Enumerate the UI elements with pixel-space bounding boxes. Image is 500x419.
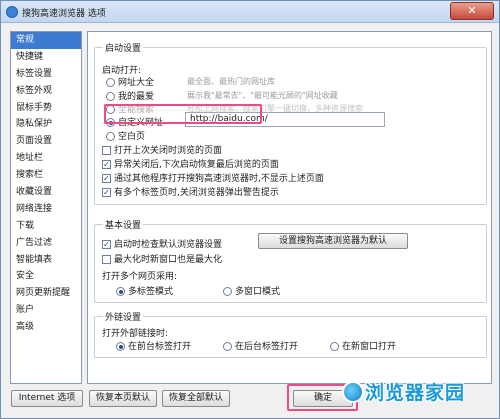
radio-multi-window[interactable] [223,287,232,296]
startup-option-nav-label: 网址大全 [118,78,155,88]
startup-group-title: 启动设置 [103,41,144,54]
checkbox-external-open-box[interactable]: ✓ [102,174,111,183]
sidebar-item-privacy[interactable]: 隐私保护 [11,116,81,133]
checkbox-close-warning-label: 有多个标签页时,关闭浏览器弹出警告提示 [114,188,279,198]
radio-blank[interactable] [106,132,115,141]
sidebar-item-download[interactable]: 下载 [11,218,81,235]
options-window: 搜狗高速浏览器 选项 ✕ 常规 快捷键 标签设置 标签外观 鼠标手势 隐私保护 … [0,0,500,419]
sidebar-item-adblock[interactable]: 广告过滤 [11,235,81,252]
startup-option-blank[interactable]: 空白页 [106,129,145,142]
option-foreground-tab-label: 在前台标签打开 [128,342,192,352]
checkbox-restore-last-box[interactable] [102,146,111,155]
restore-page-defaults-button[interactable]: 恢复本页默认 [89,390,157,407]
sidebar-item-mouse-gestures[interactable]: 鼠标手势 [11,100,81,117]
external-group-title: 外链设置 [103,310,144,323]
basic-group-title: 基本设置 [103,218,144,231]
sidebar-item-network[interactable]: 网络连接 [11,201,81,218]
sidebar-item-general[interactable]: 常规 [11,32,81,49]
checkbox-maximize-label: 最大化时新窗口也是最大化 [114,255,223,265]
sidebar-item-page-settings[interactable]: 页面设置 [11,133,81,150]
option-multi-tab[interactable]: 多标签模式 [116,284,173,297]
option-background-tab[interactable]: 在后台标签打开 [223,339,298,352]
checkbox-check-default[interactable]: ✓ 启动时检查默认浏览器设置 [102,237,222,250]
settings-panel: 启动设置 启动打开: 网址大全 最全面、最热门的网址库 我的最爱 展示我"最常去… [87,31,492,384]
checkbox-close-warning-box[interactable]: ✓ [102,188,111,197]
external-open-label: 打开外部链接时: [102,329,169,339]
startup-option-nav[interactable]: 网址大全 [106,75,154,88]
sidebar-item-tab-settings[interactable]: 标签设置 [11,66,81,83]
checkbox-external-open-label: 通过其他程序打开搜狗高速浏览器时,不显示上述页面 [114,174,324,184]
sidebar-item-autofill[interactable]: 智能填表 [11,252,81,269]
sidebar-item-account[interactable]: 账户 [11,302,81,319]
checkbox-maximize-box[interactable] [102,255,111,264]
checkbox-crash-restore-label: 异常关闭后,下次启动恢复最后浏览的页面 [114,160,279,170]
option-new-window-label: 在新窗口打开 [342,342,397,352]
option-foreground-tab[interactable]: 在前台标签打开 [116,339,191,352]
checkbox-maximize[interactable]: 最大化时新窗口也是最大化 [102,252,222,265]
option-multi-window[interactable]: 多窗口模式 [223,284,280,297]
window-title: 搜狗高速浏览器 选项 [22,9,106,19]
checkbox-crash-restore[interactable]: ✓ 异常关闭后,下次启动恢复最后浏览的页面 [102,157,279,170]
close-button[interactable]: ✕ [450,2,494,20]
sidebar-item-search-bar[interactable]: 搜索栏 [11,167,81,184]
checkbox-external-open[interactable]: ✓ 通过其他程序打开搜狗高速浏览器时,不显示上述页面 [102,171,324,184]
highlight-custom-url [104,104,262,124]
sidebar-item-tab-appearance[interactable]: 标签外观 [11,83,81,100]
watermark-text: 浏览器家园 [365,382,466,404]
startup-option-blank-label: 空白页 [118,132,146,142]
option-background-tab-label: 在后台标签打开 [235,342,299,352]
startup-option-nav-desc: 最全面、最热门的网址库 [187,77,275,86]
startup-option-favorites[interactable]: 我的最爱 [106,89,154,102]
radio-multi-tab[interactable] [116,287,125,296]
browser-logo-icon [6,6,18,18]
checkbox-check-default-label: 启动时检查默认浏览器设置 [114,240,223,250]
sidebar-item-security[interactable]: 安全 [11,268,81,285]
restore-all-defaults-button[interactable]: 恢复全部默认 [162,390,230,407]
sidebar-item-shortcuts[interactable]: 快捷键 [11,49,81,66]
sidebar-item-advanced[interactable]: 高级 [11,319,81,336]
sidebar-item-address-bar[interactable]: 地址栏 [11,150,81,167]
sidebar-item-page-update[interactable]: 网页更新提醒 [11,285,81,302]
radio-favorites[interactable] [106,92,115,101]
option-multi-window-label: 多窗口模式 [235,287,281,297]
sidebar: 常规 快捷键 标签设置 标签外观 鼠标手势 隐私保护 页面设置 地址栏 搜索栏 … [10,31,82,384]
multi-page-label: 打开多个网页采用: [102,272,178,282]
radio-nav[interactable] [106,78,115,87]
startup-option-favorites-desc: 展示我"最常去"、"最可能光顾的"网址收藏 [187,91,338,100]
startup-option-favorites-label: 我的最爱 [118,92,155,102]
radio-background-tab[interactable] [223,342,232,351]
checkbox-close-warning[interactable]: ✓ 有多个标签页时,关闭浏览器弹出警告提示 [102,185,279,198]
close-icon: ✕ [467,4,477,17]
checkbox-crash-restore-box[interactable]: ✓ [102,160,111,169]
set-default-browser-button[interactable]: 设置搜狗高速浏览器为默认 [258,233,408,249]
checkbox-check-default-box[interactable]: ✓ [102,240,111,249]
title-bar: 搜狗高速浏览器 选项 ✕ [1,1,499,23]
option-new-window[interactable]: 在新窗口打开 [330,339,396,352]
radio-new-window[interactable] [330,342,339,351]
watermark-logo-icon [342,381,364,403]
option-multi-tab-label: 多标签模式 [128,287,174,297]
checkbox-restore-last-label: 打开上次关闭时浏览的页面 [114,146,223,156]
radio-foreground-tab[interactable] [116,342,125,351]
internet-options-button[interactable]: Internet 选项 [11,390,83,407]
sidebar-item-favorites[interactable]: 收藏设置 [11,184,81,201]
checkbox-restore-last[interactable]: 打开上次关闭时浏览的页面 [102,143,222,156]
